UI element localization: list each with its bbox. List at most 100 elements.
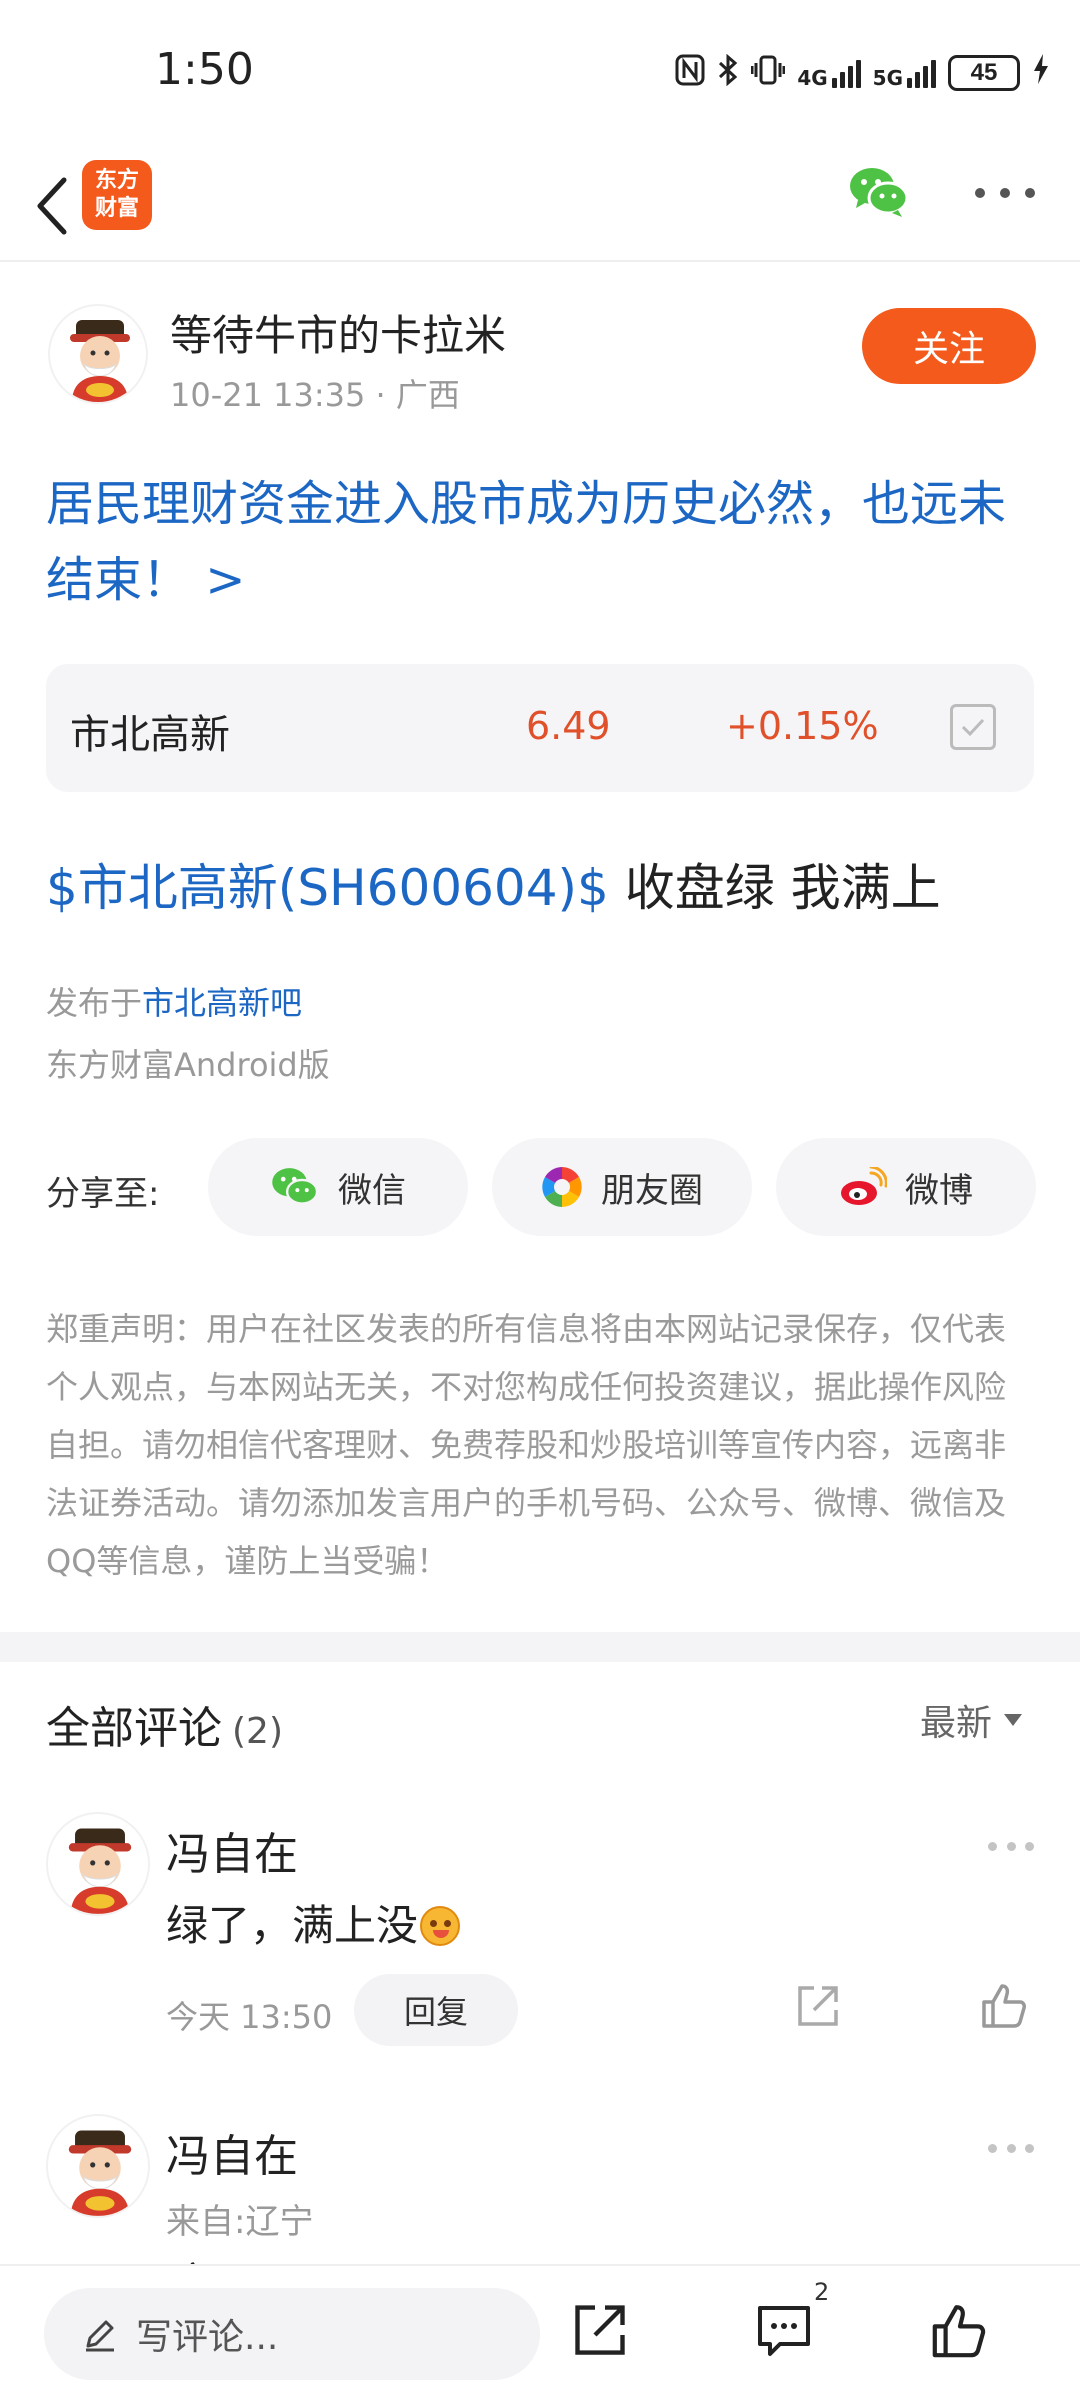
commenter-avatar[interactable] xyxy=(46,2114,150,2218)
comments-button[interactable] xyxy=(754,2300,818,2364)
share-wechat-button[interactable]: 微信 xyxy=(208,1138,468,1236)
battery-icon: 45 xyxy=(948,55,1020,91)
add-watchlist-checkbox[interactable] xyxy=(950,704,996,750)
sort-label: 最新 xyxy=(920,1703,993,1744)
nfc-icon xyxy=(675,54,705,92)
more-dot xyxy=(1025,2144,1034,2153)
author-avatar[interactable] xyxy=(48,304,148,404)
share-wechat-label: 微信 xyxy=(338,1170,406,1211)
commenter-avatar[interactable] xyxy=(46,1812,150,1916)
post-meta: 10-21 13:35 · 广西 xyxy=(170,376,460,414)
charging-icon xyxy=(1032,53,1050,93)
status-time: 1:50 xyxy=(155,44,254,95)
more-dot xyxy=(1025,1842,1034,1851)
stock-quote-card[interactable]: 市北高新 6.49 +0.15% xyxy=(46,664,1034,792)
share-out-icon xyxy=(798,1986,838,2026)
logo-line-2: 财富 xyxy=(94,196,139,221)
commenter-name[interactable]: 冯自在 xyxy=(166,2120,298,2184)
client-source: 东方财富Android版 xyxy=(46,1046,330,1084)
like-button[interactable] xyxy=(930,2300,994,2364)
write-comment-input[interactable]: 写评论... xyxy=(44,2288,540,2380)
network-5g: 5G xyxy=(873,58,936,88)
share-weibo-button[interactable]: 微博 xyxy=(776,1138,1036,1236)
wechat-icon xyxy=(272,1168,319,1205)
share-label: 分享至: xyxy=(46,1174,160,1214)
comments-heading: 全部评论 (2) xyxy=(46,1692,283,1756)
comment-like-button[interactable] xyxy=(980,1980,1030,2030)
moments-aperture-icon xyxy=(542,1167,582,1207)
comment-bubble-icon xyxy=(758,2306,810,2356)
back-button[interactable] xyxy=(24,168,80,244)
pencil-icon xyxy=(86,2320,114,2352)
share-button[interactable] xyxy=(570,2300,634,2364)
signal-bars-icon xyxy=(907,58,936,88)
comment-count-badge: 2 xyxy=(814,2278,830,2306)
commenter-location: 来自:辽宁 xyxy=(166,2202,314,2242)
top-nav: 东方 财富 xyxy=(0,150,1080,262)
more-options-button[interactable] xyxy=(975,178,1035,208)
logo-line-1: 东方 xyxy=(94,168,139,193)
comment-text: 瞎 xyxy=(166,2250,250,2264)
more-dot xyxy=(1006,1842,1016,1851)
fortune-god-avatar-icon xyxy=(70,320,130,402)
more-dot xyxy=(1025,188,1035,198)
author-name[interactable]: 等待牛市的卡拉米 xyxy=(170,302,506,363)
author-header: 等待牛市的卡拉米 10-21 13:35 · 广西 关注 xyxy=(0,292,1080,422)
comment-text: 绿了，满上没 xyxy=(166,1892,461,1953)
share-row: 分享至: 微信 朋友圈 微博 xyxy=(0,1138,1080,1238)
comment-text-content: 绿了，满上没 xyxy=(166,1901,419,1950)
share-out-icon xyxy=(575,2305,625,2355)
fortune-god-avatar-icon xyxy=(68,2130,132,2216)
more-dot xyxy=(975,188,985,198)
sort-dropdown[interactable]: 最新 xyxy=(920,1694,1023,1746)
more-dot xyxy=(1000,188,1010,198)
comments-count: (2) xyxy=(232,1711,283,1752)
signal-bars-icon xyxy=(831,58,861,88)
weibo-icon xyxy=(841,1167,887,1205)
more-dot xyxy=(1006,2144,1016,2153)
share-moments-label: 朋友圈 xyxy=(601,1170,703,1211)
section-divider xyxy=(0,1632,1080,1662)
stock-bar-link[interactable]: 市北高新吧 xyxy=(142,984,302,1022)
comment-share-button[interactable] xyxy=(794,1982,842,2030)
comment-time: 今天 13:50 xyxy=(166,1998,333,2036)
bluetooth-icon xyxy=(717,53,739,92)
share-weibo-label: 微博 xyxy=(905,1170,973,1211)
post-body: $市北高新(SH600604)$ 收盘绿 我满上 xyxy=(46,848,941,920)
thumbs-up-icon xyxy=(982,1984,1026,2028)
post-title-link[interactable]: 居民理财资金进入股市成为历史必然，也远未结束！ > xyxy=(46,466,1046,618)
more-dot xyxy=(988,2144,997,2153)
commenter-name[interactable]: 冯自在 xyxy=(166,1818,298,1882)
dropdown-triangle-icon xyxy=(1004,1714,1023,1726)
check-icon xyxy=(961,718,985,737)
vibrate-icon xyxy=(750,54,786,92)
bottom-action-bar: 写评论... 2 xyxy=(0,2264,1080,2400)
more-dot xyxy=(988,1842,997,1851)
post-body-text: 收盘绿 我满上 xyxy=(608,859,941,917)
blush-emoji-icon xyxy=(420,1906,461,1946)
reply-button[interactable]: 回复 xyxy=(354,1974,518,2046)
published-prefix: 发布于 xyxy=(46,984,143,1022)
network-4g-label: 4G xyxy=(797,66,828,90)
comment-more-button[interactable] xyxy=(988,2144,1034,2156)
share-moments-button[interactable]: 朋友圈 xyxy=(492,1138,752,1236)
thumbs-up-icon xyxy=(932,2305,986,2358)
comment-more-button[interactable] xyxy=(988,1842,1034,1854)
follow-button[interactable]: 关注 xyxy=(862,308,1036,384)
wechat-share-button[interactable] xyxy=(848,164,910,220)
comments-title: 全部评论 xyxy=(46,1703,222,1754)
comment-placeholder: 写评论... xyxy=(136,2317,279,2358)
app-logo[interactable]: 东方 财富 xyxy=(82,160,152,230)
status-icons: 4G 5G 45 xyxy=(675,48,1050,98)
stock-price: 6.49 xyxy=(526,704,611,748)
stock-change: +0.15% xyxy=(726,704,879,748)
network-4g: 4G xyxy=(797,58,861,90)
back-arrow-icon xyxy=(37,177,67,235)
stock-tag-link[interactable]: $市北高新(SH600604)$ xyxy=(46,859,609,917)
comment-item: 冯自在 来自:辽宁 瞎 xyxy=(0,2114,1080,2264)
comment-item: 冯自在 绿了，满上没 今天 13:50 回复 xyxy=(0,1812,1080,2052)
stock-name: 市北高新 xyxy=(70,712,230,758)
network-5g-label: 5G xyxy=(872,66,903,90)
status-bar: 1:50 4G 5G 45 xyxy=(0,0,1080,140)
published-in: 发布于市北高新吧 xyxy=(46,978,302,1024)
